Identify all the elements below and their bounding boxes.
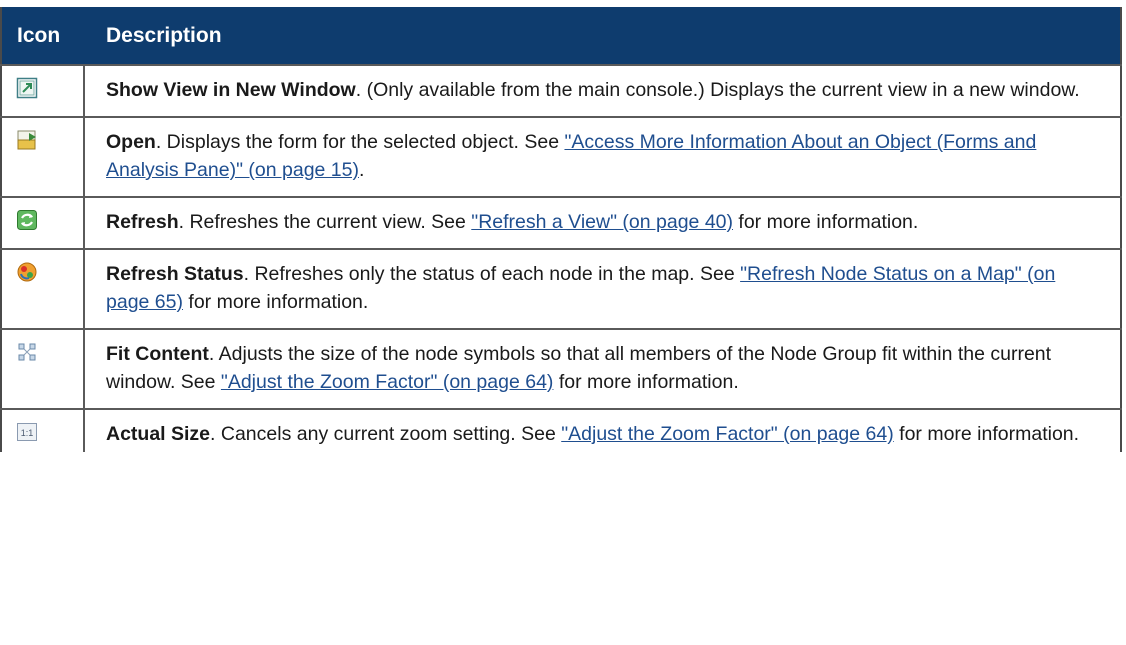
open-form-icon — [17, 130, 36, 150]
table-row: Refresh. Refreshes the current view. See… — [1, 196, 1121, 249]
header-icon: Icon — [1, 7, 84, 65]
icon-description-table: Icon Description Show View in New Window… — [0, 7, 1122, 452]
row-text: . Refreshes only the status of each node… — [243, 263, 741, 285]
header-description: Description — [84, 7, 1121, 65]
row-text: for more information. — [182, 291, 369, 313]
table-row: Refresh Status. Refreshes only the statu… — [1, 248, 1121, 329]
table-header-row: Icon Description — [1, 7, 1121, 65]
row-text: for more information. — [893, 423, 1080, 445]
row-text: . (Only available from the main console.… — [355, 79, 1080, 101]
row-text: . — [359, 159, 365, 181]
row-term: Show View in New Window — [106, 79, 356, 101]
refresh-status-icon — [17, 262, 37, 282]
row-term: Refresh — [106, 211, 179, 233]
cross-reference-link[interactable]: "Adjust the Zoom Factor" (on page 64) — [221, 371, 554, 393]
row-text: . Cancels any current zoom setting. See — [210, 423, 562, 445]
row-text: . Refreshes the current view. See — [178, 211, 472, 233]
table-row: 1:1 Actual Size. Cancels any current zoo… — [1, 408, 1121, 452]
row-term: Actual Size — [106, 423, 211, 445]
row-text: for more information. — [733, 211, 919, 233]
table-row: Open. Displays the form for the selected… — [1, 116, 1121, 197]
row-term: Open — [106, 131, 156, 153]
actual-size-icon: 1:1 — [17, 423, 37, 441]
table-row: Fit Content. Adjusts the size of the nod… — [1, 328, 1121, 409]
row-text: for more information. — [553, 371, 739, 393]
cross-reference-link[interactable]: "Refresh a View" (on page 40) — [471, 211, 733, 233]
table-row: Show View in New Window. (Only available… — [1, 64, 1121, 117]
cross-reference-link[interactable]: "Adjust the Zoom Factor" (on page 64) — [561, 423, 894, 445]
refresh-icon — [17, 210, 37, 230]
row-term: Refresh Status — [106, 263, 244, 285]
row-text: . Displays the form for the selected obj… — [155, 131, 565, 153]
svg-text:1:1: 1:1 — [21, 428, 34, 438]
fit-content-icon — [18, 343, 36, 361]
row-term: Fit Content — [106, 343, 209, 365]
show-view-in-new-window-icon — [16, 77, 38, 99]
